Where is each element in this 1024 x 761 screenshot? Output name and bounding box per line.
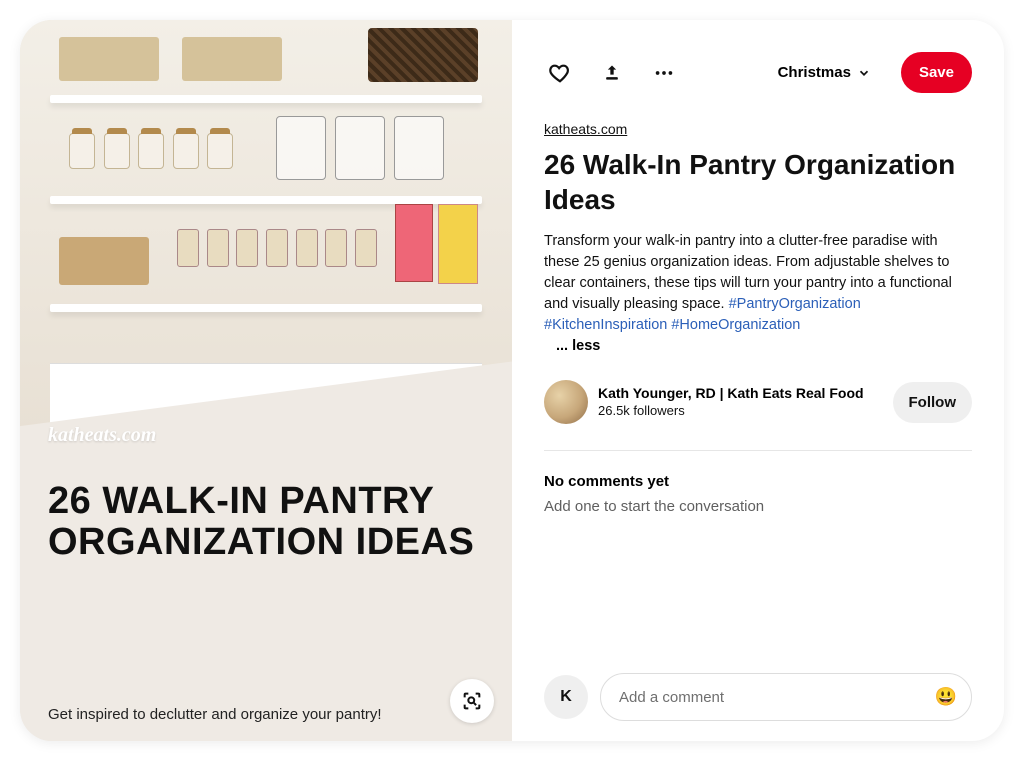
comments-empty-prompt: Add one to start the conversation [544, 498, 972, 515]
smiley-icon: 😃 [935, 687, 957, 707]
pin-info-panel: Christmas Save katheats.com 26 Walk-In P… [512, 20, 1004, 741]
comment-composer-row: K Add a comment 😃 [544, 673, 972, 721]
author-avatar[interactable] [544, 380, 588, 424]
save-button[interactable]: Save [901, 52, 972, 93]
author-name[interactable]: Kath Younger, RD | Kath Eats Real Food [598, 385, 883, 403]
pin-title: 26 Walk-In Pantry Organization Ideas [544, 147, 972, 217]
image-brand-watermark: katheats.com [48, 424, 156, 447]
comment-input[interactable]: Add a comment 😃 [600, 673, 972, 721]
pin-action-bar: Christmas Save [544, 52, 972, 93]
pin-description: Transform your walk-in pantry into a clu… [544, 231, 972, 336]
chevron-down-icon [857, 66, 871, 80]
pin-image-panel[interactable]: katheats.com 26 WALK-IN PANTRY ORGANIZAT… [20, 20, 512, 741]
comments-heading: No comments yet [544, 473, 972, 490]
emoji-picker-button[interactable]: 😃 [935, 687, 957, 708]
like-button[interactable] [544, 57, 576, 89]
share-icon [602, 63, 622, 83]
hashtag-link[interactable]: #PantryOrganization [729, 296, 861, 312]
pin-detail-card: katheats.com 26 WALK-IN PANTRY ORGANIZAT… [20, 20, 1004, 741]
more-options-button[interactable] [648, 57, 680, 89]
visual-search-icon [461, 690, 483, 712]
section-divider [544, 450, 972, 451]
heart-icon [549, 62, 571, 84]
hashtag-link[interactable]: #KitchenInspiration [544, 317, 667, 333]
hashtag-link[interactable]: #HomeOrganization [671, 317, 800, 333]
share-button[interactable] [596, 57, 628, 89]
author-row: Kath Younger, RD | Kath Eats Real Food 2… [544, 380, 972, 424]
board-selector-label: Christmas [778, 64, 851, 81]
board-selector[interactable]: Christmas [768, 56, 881, 89]
source-domain-link[interactable]: katheats.com [544, 121, 972, 137]
more-horizontal-icon [653, 62, 675, 84]
author-followers: 26.5k followers [598, 403, 883, 419]
image-overlay-title: 26 WALK-IN PANTRY ORGANIZATION IDEAS [48, 481, 482, 563]
image-overlay-tagline: Get inspired to declutter and organize y… [48, 706, 382, 723]
collapse-description-button[interactable]: ... less [556, 338, 972, 354]
comment-input-placeholder: Add a comment [619, 689, 724, 706]
visual-search-button[interactable] [450, 679, 494, 723]
current-user-avatar[interactable]: K [544, 675, 588, 719]
follow-button[interactable]: Follow [893, 382, 973, 423]
